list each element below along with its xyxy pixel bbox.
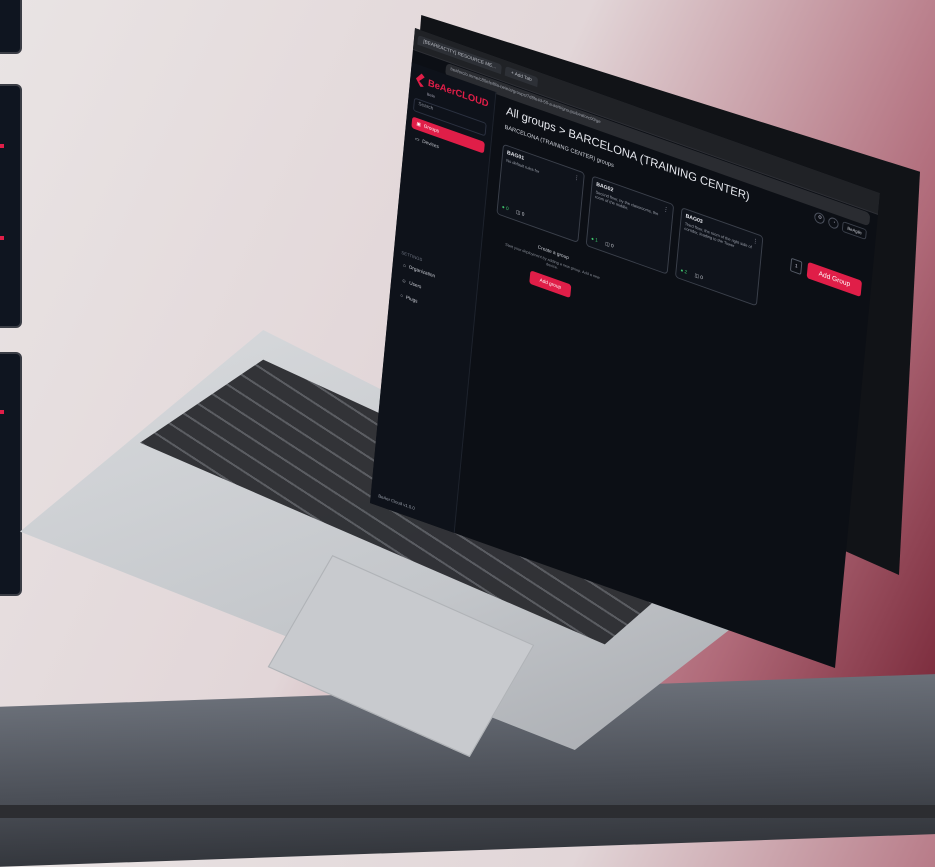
device-count: ◫ 0 <box>604 240 614 250</box>
group-stats: ● 2 ◫ 0 <box>680 268 703 282</box>
phone-preview-middle <box>0 84 22 328</box>
more-options-icon[interactable]: ⋮ <box>752 237 758 246</box>
online-count: ● 0 <box>501 204 509 213</box>
groups-icon: ▣ <box>416 120 422 129</box>
sidebar-item-label: Plugs <box>405 294 418 305</box>
group-card[interactable]: BAG03 Third floor, the room of the right… <box>674 207 764 307</box>
online-count: ● 2 <box>680 267 688 276</box>
group-stats: ● 1 ◫ 0 <box>591 236 614 250</box>
plug-icon: ○ <box>399 292 404 300</box>
browser-new-tab[interactable]: + Add Tab <box>504 66 538 87</box>
page-number[interactable]: 1 <box>790 257 803 275</box>
group-card[interactable]: BAG02 Second floor, by the classrooms, t… <box>585 175 675 275</box>
device-count: ◫ 0 <box>694 272 704 282</box>
phone-button <box>0 236 4 240</box>
add-group-inline-button[interactable]: Add group <box>529 270 571 298</box>
group-card[interactable]: BAG01 No default rules for ⋮ ● 0 ◫ 0 <box>496 143 585 244</box>
logo-mark-icon <box>415 72 425 88</box>
devices-icon: ▭ <box>414 136 420 144</box>
phone-preview-bottom <box>0 352 22 596</box>
organization-icon: ⌂ <box>402 262 407 270</box>
group-stats: ● 0 ◫ 0 <box>502 204 525 218</box>
phone-button <box>0 410 4 414</box>
more-options-icon[interactable]: ⋮ <box>663 206 669 214</box>
phone-preview-top <box>0 0 22 54</box>
phone-button <box>0 144 4 148</box>
sidebar-item-label: Users <box>408 280 422 291</box>
more-options-icon[interactable]: ⋮ <box>574 174 580 183</box>
floor-edge <box>0 805 935 818</box>
online-count: ● 1 <box>590 235 599 244</box>
users-icon: ☺ <box>401 277 407 286</box>
sidebar-item-label: Devices <box>421 138 440 151</box>
add-group-button[interactable]: Add Group <box>806 261 863 298</box>
add-group-bar: 1 Add Group <box>790 256 863 298</box>
sidebar-item-label: Organization <box>408 264 436 280</box>
device-count: ◫ 0 <box>515 209 525 218</box>
sidebar-item-label: Groups <box>423 123 440 135</box>
